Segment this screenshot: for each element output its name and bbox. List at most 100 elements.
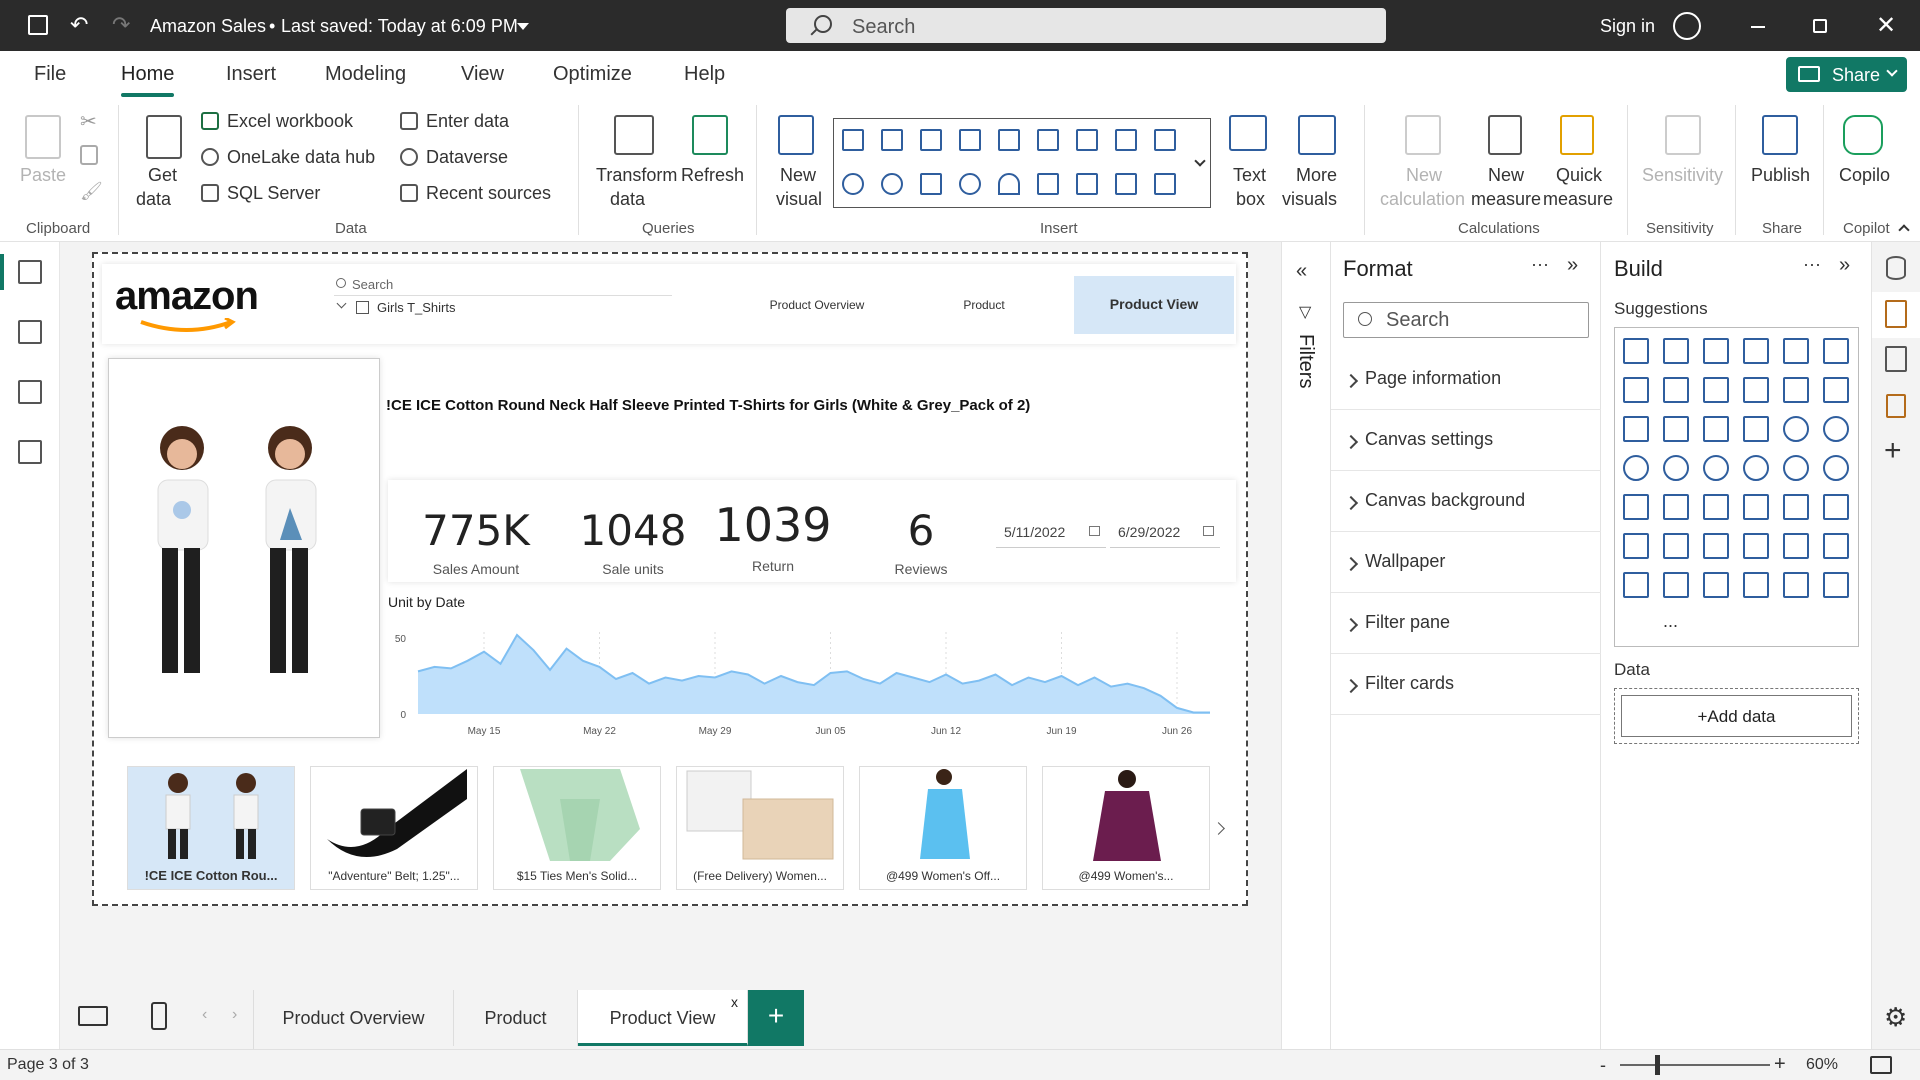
shape-map-icon[interactable] (1743, 455, 1769, 481)
area-chart-icon[interactable] (1115, 129, 1137, 151)
area-chart-icon[interactable] (1663, 377, 1689, 403)
tab-product[interactable]: Product (454, 990, 578, 1046)
qa-icon[interactable] (1783, 533, 1809, 559)
desktop-layout-icon[interactable] (78, 1006, 108, 1026)
map-icon[interactable] (959, 173, 981, 195)
minimize-icon[interactable] (1751, 26, 1765, 28)
section-page-information[interactable]: Page information (1331, 350, 1601, 410)
section-filter-pane[interactable]: Filter pane (1331, 594, 1601, 654)
analytics-icon[interactable] (1886, 394, 1906, 418)
sql-server-button[interactable]: SQL Server (201, 183, 320, 204)
report-view-icon[interactable] (18, 260, 42, 284)
mobile-layout-icon[interactable] (151, 1002, 167, 1030)
thumbnail-item[interactable]: !CE ICE Cotton Rou... (127, 766, 295, 890)
model-view-icon[interactable] (18, 380, 42, 404)
menu-help[interactable]: Help (684, 63, 725, 86)
pie-chart-icon[interactable] (842, 173, 864, 195)
tab-product-overview[interactable]: Product Overview (254, 990, 454, 1046)
quick-measure-label-2[interactable]: measure (1543, 187, 1613, 211)
stacked-column-icon[interactable] (1663, 338, 1689, 364)
r-script-icon[interactable] (1623, 533, 1649, 559)
slicer-icon[interactable] (1154, 129, 1176, 151)
dax-query-view-icon[interactable] (18, 440, 42, 464)
settings-icon[interactable]: ⚙ (1884, 1002, 1907, 1033)
recent-sources-button[interactable]: Recent sources (400, 183, 551, 204)
funnel-icon[interactable] (1703, 416, 1729, 442)
table-icon[interactable] (1783, 494, 1809, 520)
clustered-bar-icon[interactable] (920, 129, 942, 151)
ribbon-chart-icon[interactable] (1623, 416, 1649, 442)
new-visual-label-1[interactable]: New (780, 163, 816, 187)
line-column-icon[interactable] (1783, 377, 1809, 403)
100-area-icon[interactable] (1743, 377, 1769, 403)
text-box-label-2[interactable]: box (1236, 187, 1265, 211)
zoom-slider[interactable] (1620, 1064, 1770, 1066)
new-measure-label-2[interactable]: measure (1471, 187, 1541, 211)
new-visual-label-2[interactable]: visual (776, 187, 822, 211)
scatter-icon[interactable] (1743, 416, 1769, 442)
thumbnail-item[interactable]: @499 Women's... (1042, 766, 1210, 890)
publish-icon[interactable] (1762, 115, 1798, 155)
new-measure-label-1[interactable]: New (1488, 163, 1524, 187)
100-column-icon[interactable] (1037, 129, 1059, 151)
power-automate-icon[interactable] (1743, 572, 1769, 598)
calendar-icon[interactable] (1203, 526, 1214, 536)
tab-product-view[interactable]: Product View (578, 990, 748, 1046)
quick-measure-icon[interactable] (1560, 115, 1594, 155)
fit-to-page-icon[interactable] (1870, 1056, 1892, 1074)
line-chart-icon[interactable] (1623, 377, 1649, 403)
clustered-bar-icon[interactable] (1703, 338, 1729, 364)
share-button[interactable]: Share (1786, 57, 1907, 92)
zoom-slider-thumb[interactable] (1655, 1055, 1660, 1075)
add-pane-icon[interactable]: + (1884, 434, 1902, 468)
save-icon[interactable] (28, 15, 48, 35)
calendar-icon[interactable] (1089, 526, 1100, 536)
menu-file[interactable]: File (34, 63, 66, 86)
stacked-area-icon[interactable] (1703, 377, 1729, 403)
thumbnail-item[interactable]: "Adventure" Belt; 1.25"... (310, 766, 478, 890)
nav-button-product-view[interactable]: Product View (1074, 276, 1234, 334)
collapse-pane-icon[interactable]: » (1567, 254, 1578, 277)
format-painter-icon[interactable]: 🖌 (80, 181, 103, 202)
thumbnail-item[interactable]: $15 Ties Men's Solid... (493, 766, 661, 890)
dataverse-button[interactable]: Dataverse (400, 147, 508, 168)
collapse-ribbon-icon[interactable] (1898, 224, 1910, 236)
visual-gallery[interactable] (833, 118, 1211, 208)
python-script-icon[interactable] (1663, 533, 1689, 559)
nav-button-product-overview[interactable]: Product Overview (736, 276, 898, 334)
paste-button-label[interactable]: Paste (20, 163, 66, 187)
table-view-icon[interactable] (18, 320, 42, 344)
paste-icon[interactable] (25, 115, 61, 159)
pie-chart-icon[interactable] (1783, 416, 1809, 442)
power-apps-icon[interactable] (1703, 572, 1729, 598)
card-icon[interactable] (1037, 173, 1059, 195)
stacked-bar-icon[interactable] (1623, 338, 1649, 364)
add-data-button[interactable]: +Add data (1621, 695, 1852, 737)
unit-by-date-chart[interactable]: 50 0 May 15 May 22 May 29 Jun 05 Jun 12 Jun 19 J… (384, 618, 1230, 738)
close-icon[interactable]: ✕ (1876, 11, 1896, 40)
refresh-label[interactable]: Refresh (681, 163, 744, 187)
clustered-column-icon[interactable] (1743, 338, 1769, 364)
date-from-input[interactable]: 5/11/2022 (996, 516, 1106, 548)
quick-measure-label-1[interactable]: Quick (1556, 163, 1602, 187)
redo-icon[interactable]: ↷ (112, 12, 130, 38)
matrix-icon[interactable] (1823, 494, 1849, 520)
transform-data-icon[interactable] (614, 115, 654, 155)
treemap-icon[interactable] (920, 173, 942, 195)
new-visual-icon[interactable] (778, 115, 814, 155)
card-icon[interactable] (1623, 494, 1649, 520)
copilot-label[interactable]: Copilo (1839, 163, 1890, 187)
multi-row-card-icon[interactable] (1076, 173, 1098, 195)
narrative-icon[interactable] (1663, 572, 1689, 598)
transform-data-label-1[interactable]: Transform (596, 163, 677, 187)
get-data-label-1[interactable]: Get (148, 163, 177, 187)
stacked-bar-icon[interactable] (842, 129, 864, 151)
publish-label[interactable]: Publish (1751, 163, 1810, 187)
zoom-in-button[interactable]: + (1774, 1053, 1786, 1076)
add-page-button[interactable]: + (748, 990, 804, 1046)
expand-filters-icon[interactable]: « (1296, 260, 1307, 283)
more-visuals-label-1[interactable]: More (1296, 163, 1337, 187)
cut-icon[interactable]: ✂ (80, 109, 97, 134)
slicer-item-label[interactable]: Girls T_Shirts (377, 300, 456, 315)
gauge-icon[interactable] (1823, 455, 1849, 481)
